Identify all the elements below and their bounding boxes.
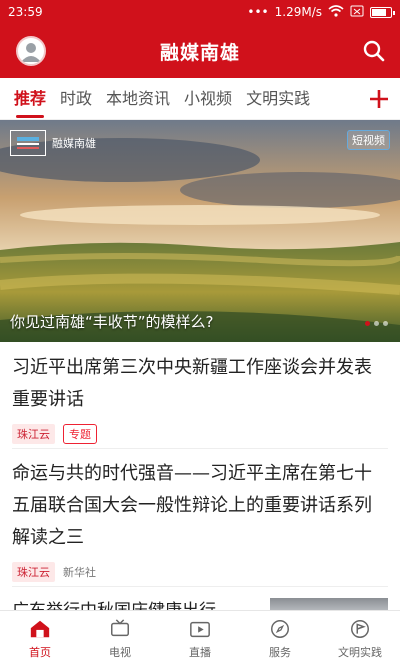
- nav-tv[interactable]: 电视: [80, 611, 160, 666]
- logo-text: 融媒南雄: [52, 137, 96, 150]
- bottom-nav: 首页 电视 直播 服务 文明实践: [0, 610, 400, 666]
- news-title: 命运与共的时代强音——习近平主席在第七十五届联合国大会一般性辩论上的重要讲话系列…: [12, 463, 372, 548]
- hero-caption: 你见过南雄“丰收节”的模样么?: [10, 313, 214, 331]
- flag-icon: [351, 619, 369, 638]
- nav-label: 文明实践: [338, 645, 382, 659]
- search-icon: [363, 40, 385, 62]
- status-bar: 23:59 ••• 1.29M/s: [0, 0, 400, 24]
- nav-label: 直播: [189, 645, 211, 659]
- news-title: 习近平出席第三次中央新疆工作座谈会并发表重要讲话: [12, 357, 372, 410]
- publisher-label: 新华社: [63, 566, 96, 579]
- status-time: 23:59: [8, 5, 43, 19]
- page-title: 融媒南雄: [159, 41, 240, 64]
- divider: [12, 448, 388, 449]
- news-item[interactable]: 命运与共的时代强音——习近平主席在第七十五届联合国大会一般性辩论上的重要讲话系列…: [12, 458, 388, 582]
- nav-label: 电视: [109, 645, 131, 659]
- channel-logo-icon: [10, 130, 46, 156]
- nav-home[interactable]: 首页: [0, 611, 80, 666]
- plus-icon: [370, 90, 388, 108]
- nav-live[interactable]: 直播: [160, 611, 240, 666]
- nav-civilization-practice[interactable]: 文明实践: [320, 611, 400, 666]
- user-icon: [21, 43, 41, 62]
- network-speed: 1.29M/s: [274, 5, 322, 19]
- compass-icon: [271, 619, 289, 638]
- source-tag: 珠江云: [12, 424, 55, 444]
- short-video-badge: 短视频: [347, 130, 390, 150]
- tab-recommend[interactable]: 推荐: [14, 78, 46, 120]
- battery-icon: [370, 6, 395, 18]
- special-topic-tag: 专题: [63, 424, 97, 444]
- hero-logo: 融媒南雄: [10, 130, 96, 156]
- sim-icon: [350, 5, 364, 20]
- home-icon: [30, 620, 50, 637]
- battery-level: [372, 8, 386, 16]
- channel-tabs: 推荐 时政 本地资讯 小视频 文明实践: [0, 78, 400, 120]
- carousel-dot[interactable]: [365, 321, 370, 326]
- news-meta: 珠江云 新华社: [12, 562, 388, 582]
- nav-label: 首页: [29, 645, 51, 659]
- wifi-icon: [328, 4, 344, 20]
- nav-label: 服务: [269, 645, 291, 659]
- hero-banner[interactable]: 融媒南雄 短视频 你见过南雄“丰收节”的模样么?: [0, 120, 400, 342]
- search-button[interactable]: [362, 39, 386, 63]
- source-tag: 珠江云: [12, 562, 55, 582]
- avatar[interactable]: [16, 36, 46, 66]
- live-icon: [190, 621, 210, 637]
- tab-local-news[interactable]: 本地资讯: [106, 78, 170, 120]
- status-dots: •••: [247, 5, 269, 19]
- app-bar: 融媒南雄: [0, 24, 400, 78]
- tab-civilization-practice[interactable]: 文明实践: [246, 78, 310, 120]
- carousel-dot[interactable]: [383, 321, 388, 326]
- nav-services[interactable]: 服务: [240, 611, 320, 666]
- news-item[interactable]: 习近平出席第三次中央新疆工作座谈会并发表重要讲话 珠江云 专题: [12, 352, 388, 444]
- carousel-dots: [365, 321, 388, 326]
- tv-icon: [111, 618, 129, 636]
- tab-politics[interactable]: 时政: [60, 78, 92, 120]
- carousel-dot[interactable]: [374, 321, 379, 326]
- add-channel-button[interactable]: [368, 86, 390, 112]
- divider: [12, 586, 388, 587]
- tab-short-video[interactable]: 小视频: [184, 78, 232, 120]
- news-meta: 珠江云 专题: [12, 424, 388, 444]
